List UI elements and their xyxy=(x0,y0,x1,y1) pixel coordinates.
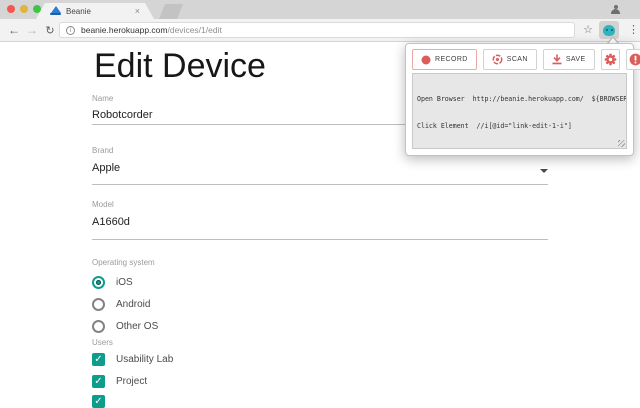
radio-ios-control[interactable] xyxy=(92,275,105,289)
robotcorder-popup: RECORD SCAN SAVE Open Browser http://bea… xyxy=(405,43,640,156)
page-info-icon[interactable]: i xyxy=(66,25,75,35)
back-icon[interactable]: ← xyxy=(6,19,22,41)
model-underline xyxy=(92,239,548,240)
os-group-label: Operating system xyxy=(92,258,155,267)
radio-other-os-control[interactable] xyxy=(92,319,105,333)
close-window-button[interactable] xyxy=(7,5,15,13)
browser-toolbar: ← → ↻ i beanie.herokuapp.com/devices/1/e… xyxy=(0,19,640,42)
model-label: Model xyxy=(92,200,114,209)
url-text[interactable]: beanie.herokuapp.com/devices/1/edit xyxy=(81,25,222,35)
radio-android[interactable]: Android xyxy=(92,297,150,311)
save-label: SAVE xyxy=(565,56,586,63)
info-button[interactable] xyxy=(625,49,640,70)
window-controls[interactable] xyxy=(7,5,41,13)
checkbox-clipped-control[interactable]: ✓ xyxy=(92,394,105,408)
info-icon xyxy=(629,53,640,66)
name-input[interactable]: Robotcorder xyxy=(92,109,153,121)
address-bar[interactable]: i beanie.herokuapp.com/devices/1/edit xyxy=(59,22,575,38)
url-path: /devices/1/edit xyxy=(167,25,222,35)
users-group-label: Users xyxy=(92,338,113,347)
zoom-window-button[interactable] xyxy=(33,5,41,13)
browser-menu-icon[interactable]: ⋮ xyxy=(628,22,639,38)
radio-android-label: Android xyxy=(116,298,151,310)
radio-other-os[interactable]: Other OS xyxy=(92,319,158,333)
script-line: Click Element //i[@id="link-edit-1-i"] xyxy=(417,122,572,130)
brand-underline xyxy=(92,184,548,185)
bookmark-star-icon[interactable]: ☆ xyxy=(580,22,596,38)
brand-select[interactable]: Apple xyxy=(92,162,120,174)
reload-icon[interactable]: ↻ xyxy=(42,19,58,41)
brand-label: Brand xyxy=(92,146,114,155)
checkbox-project[interactable]: ✓ Project xyxy=(92,374,147,388)
checkbox-project-control[interactable]: ✓ xyxy=(92,374,105,388)
radio-ios[interactable]: iOS xyxy=(92,275,133,289)
checkbox-clipped[interactable]: ✓ xyxy=(92,394,116,408)
beanie-favicon-icon xyxy=(50,6,61,16)
browser-tab[interactable]: Beanie × xyxy=(36,3,154,19)
checkbox-project-label: Project xyxy=(116,375,148,387)
checkbox-usability-lab-label: Usability Lab xyxy=(116,353,174,365)
scan-label: SCAN xyxy=(506,56,528,63)
save-download-icon xyxy=(552,54,562,65)
tab-title: Beanie xyxy=(66,6,91,16)
settings-button[interactable] xyxy=(600,49,620,70)
checkbox-usability-lab[interactable]: ✓ Usability Lab xyxy=(92,352,173,366)
forward-icon: → xyxy=(26,23,38,37)
record-label: RECORD xyxy=(435,56,468,63)
script-line: Open Browser http://beanie.herokuapp.com… xyxy=(417,95,627,103)
radio-ios-label: iOS xyxy=(116,276,133,288)
url-host: beanie.herokuapp.com xyxy=(81,25,168,35)
textarea-resize-grip[interactable] xyxy=(618,140,625,147)
profile-icon[interactable] xyxy=(610,4,621,15)
robotcorder-extension-icon xyxy=(603,24,615,36)
scan-icon xyxy=(492,54,503,65)
radio-android-control[interactable] xyxy=(92,297,105,311)
close-tab-icon[interactable]: × xyxy=(135,6,140,16)
scan-button[interactable]: SCAN xyxy=(482,49,537,70)
model-input[interactable]: A1660d xyxy=(92,216,130,228)
save-button[interactable]: SAVE xyxy=(542,49,595,70)
checkbox-usability-lab-control[interactable]: ✓ xyxy=(92,352,105,366)
name-label: Name xyxy=(92,94,114,103)
page-title: Edit Device xyxy=(94,47,266,85)
window-titlebar: Beanie × xyxy=(0,0,640,19)
recorded-script-textarea[interactable]: Open Browser http://beanie.herokuapp.com… xyxy=(412,73,627,149)
gear-icon xyxy=(604,53,616,66)
popup-toolbar: RECORD SCAN SAVE xyxy=(412,49,640,70)
record-button[interactable]: RECORD xyxy=(412,49,477,70)
brand-dropdown-caret-icon[interactable] xyxy=(540,169,548,173)
radio-other-os-label: Other OS xyxy=(116,320,159,332)
minimize-window-button[interactable] xyxy=(20,5,28,13)
new-tab-button[interactable] xyxy=(159,4,183,19)
record-icon xyxy=(421,55,431,64)
